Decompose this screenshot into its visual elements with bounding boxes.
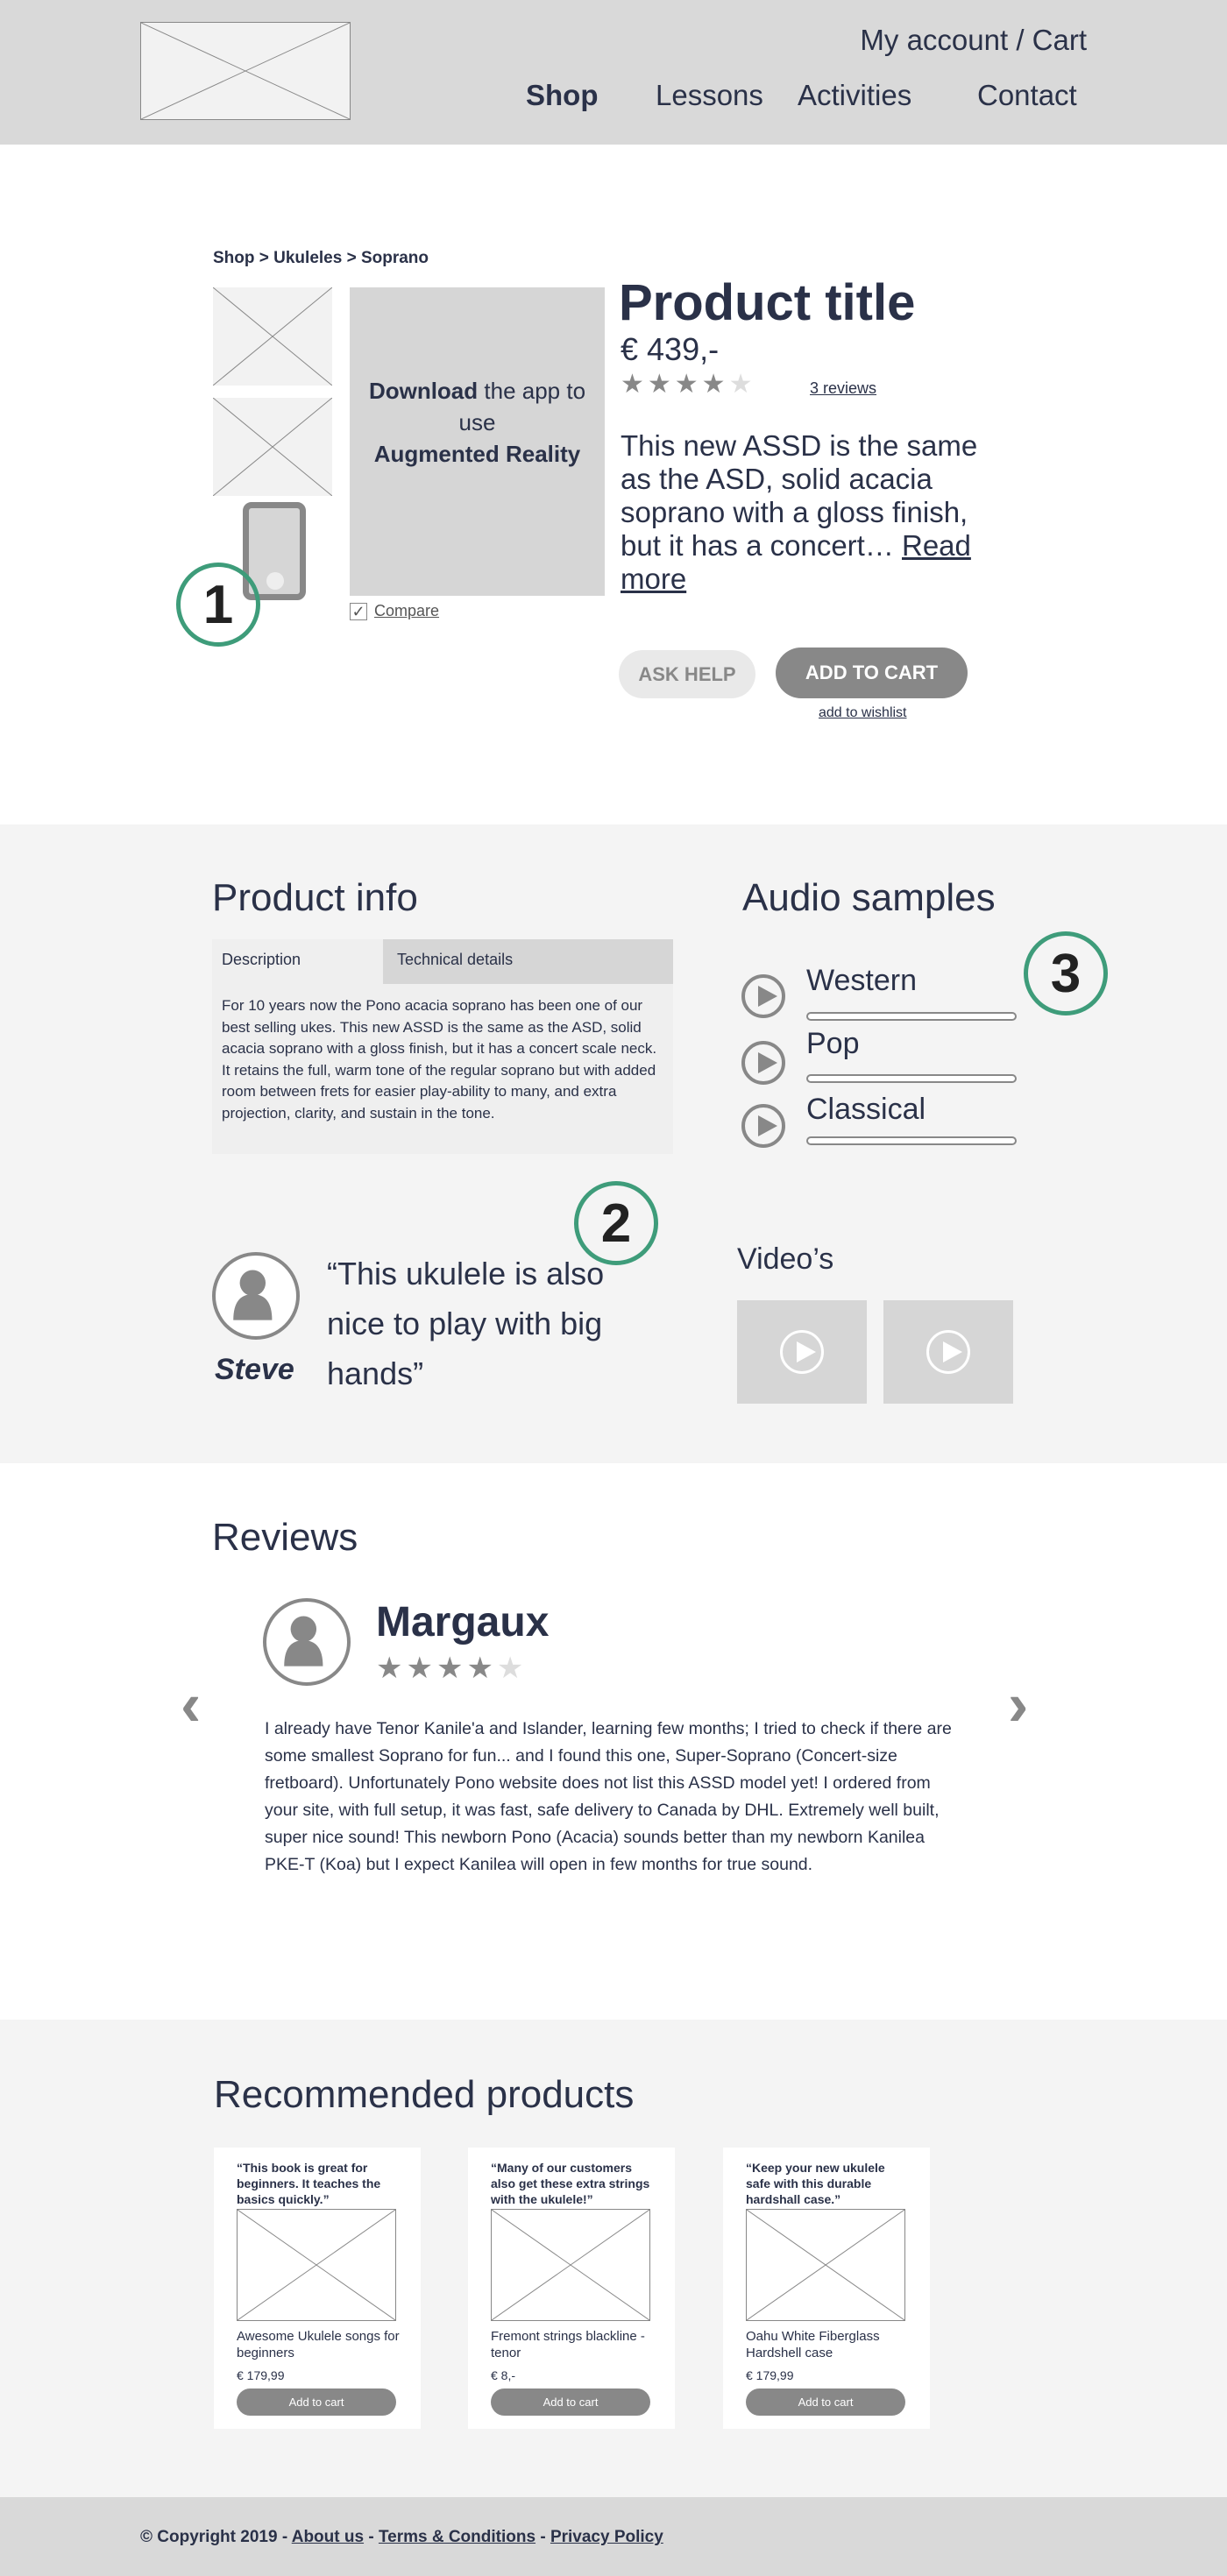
chevron-left-icon[interactable]: ‹	[181, 1669, 201, 1739]
about-us-link[interactable]: About us	[292, 2528, 364, 2546]
reviewer-name: Margaux	[376, 1599, 550, 1645]
product-card[interactable]: “Many of our customers also get these ex…	[468, 2148, 675, 2429]
reviews-heading: Reviews	[212, 1516, 358, 1559]
sample-classical-label: Classical	[806, 1093, 926, 1126]
card-price: € 8,-	[491, 2368, 516, 2382]
product-info-tabs: Description Technical details For 10 yea…	[212, 939, 673, 1154]
video-thumbnail-2[interactable]	[883, 1300, 1013, 1404]
card-quote: “Keep your new ukulele safe with this du…	[746, 2161, 885, 2206]
sample-pop-label: Pop	[806, 1027, 860, 1060]
checkbox-check-icon[interactable]: ✓	[350, 602, 367, 620]
privacy-policy-link[interactable]: Privacy Policy	[550, 2528, 663, 2546]
review-rating: ★★★★★	[376, 1652, 528, 1685]
product-image-placeholder[interactable]	[491, 2209, 650, 2321]
classical-progress-bar[interactable]	[806, 1136, 1017, 1145]
play-classical-icon[interactable]	[741, 1104, 785, 1148]
product-card[interactable]: “Keep your new ukulele safe with this du…	[723, 2148, 930, 2429]
card-price: € 179,99	[746, 2368, 794, 2382]
card-name[interactable]: Awesome Ukulele songs for beginners	[237, 2328, 403, 2361]
card-add-to-cart-button[interactable]: Add to cart	[491, 2388, 650, 2416]
review-text: I already have Tenor Kanile'a and Island…	[265, 1719, 952, 1874]
card-add-to-cart-button[interactable]: Add to cart	[746, 2388, 905, 2416]
ask-help-button[interactable]: ASK HELP	[619, 650, 755, 698]
footer: © Copyright 2019 - About us - Terms & Co…	[0, 2497, 1227, 2576]
play-icon	[926, 1330, 970, 1374]
steve-avatar	[212, 1252, 300, 1340]
ar-augmented-reality: Augmented Reality	[373, 441, 581, 467]
product-image-placeholder[interactable]	[746, 2209, 905, 2321]
account-cart-link[interactable]: My account / Cart	[860, 24, 1087, 57]
thumbnail-1[interactable]	[213, 287, 332, 386]
copyright: © Copyright 2019 -	[140, 2528, 292, 2546]
chevron-right-icon[interactable]: ›	[1008, 1669, 1028, 1739]
videos-heading: Video’s	[737, 1242, 834, 1276]
nav-shop[interactable]: Shop	[526, 79, 598, 112]
card-quote: “Many of our customers also get these ex…	[491, 2161, 650, 2206]
compare-checkbox[interactable]: ✓ Compare	[350, 602, 439, 620]
product-card[interactable]: “This book is great for beginners. It te…	[214, 2148, 421, 2429]
ar-text: the app to use	[458, 378, 586, 435]
footer-text: © Copyright 2019 - About us - Terms & Co…	[140, 2528, 663, 2546]
card-name[interactable]: Fremont strings blackline - tenor	[491, 2328, 657, 2361]
testimonial-author: Steve	[215, 1353, 294, 1386]
product-info-heading: Product info	[212, 876, 418, 919]
play-western-icon[interactable]	[741, 974, 785, 1018]
nav-activities[interactable]: Activities	[798, 79, 911, 112]
tab-description[interactable]: Description	[212, 939, 383, 984]
reviewer-avatar	[263, 1598, 351, 1686]
logo-placeholder[interactable]	[140, 22, 351, 120]
play-icon	[780, 1330, 824, 1374]
add-to-cart-button[interactable]: ADD TO CART	[776, 648, 968, 698]
product-price: € 439,-	[621, 331, 720, 367]
annotation-1: 1	[176, 563, 260, 647]
card-name[interactable]: Oahu White Fiberglass Hardshell case	[746, 2328, 912, 2361]
video-thumbnail-1[interactable]	[737, 1300, 867, 1404]
reviews-link[interactable]: 3 reviews	[810, 379, 876, 398]
terms-link[interactable]: Terms & Conditions	[379, 2528, 535, 2546]
ar-download-text: Download	[368, 378, 479, 404]
testimonial-quote: “This ukulele is also nice to play with …	[327, 1256, 605, 1391]
product-short-description: This new ASSD is the same as the ASD, so…	[621, 429, 978, 595]
breadcrumb[interactable]: Shop > Ukuleles > Soprano	[213, 249, 429, 268]
compare-label[interactable]: Compare	[374, 602, 439, 620]
card-price: € 179,99	[237, 2368, 285, 2382]
nav-contact[interactable]: Contact	[977, 79, 1077, 112]
western-progress-bar[interactable]	[806, 1012, 1017, 1021]
audio-samples-heading: Audio samples	[742, 876, 996, 919]
recommended-heading: Recommended products	[214, 2073, 635, 2116]
card-quote: “This book is great for beginners. It te…	[237, 2161, 381, 2206]
ar-promo-panel[interactable]: Download the app to use Augmented Realit…	[350, 287, 605, 596]
pop-progress-bar[interactable]	[806, 1074, 1017, 1083]
thumbnail-2[interactable]	[213, 398, 332, 496]
annotation-2: 2	[574, 1181, 658, 1265]
tab-technical-details[interactable]: Technical details	[383, 939, 673, 984]
product-rating: ★★★★★	[621, 370, 756, 399]
product-title: Product title	[619, 274, 916, 331]
sample-western-label: Western	[806, 964, 917, 997]
card-add-to-cart-button[interactable]: Add to cart	[237, 2388, 396, 2416]
add-to-wishlist-link[interactable]: add to wishlist	[819, 705, 907, 721]
play-pop-icon[interactable]	[741, 1041, 785, 1085]
nav-lessons[interactable]: Lessons	[656, 79, 763, 112]
annotation-3: 3	[1024, 931, 1108, 1016]
product-image-placeholder[interactable]	[237, 2209, 396, 2321]
description-text: For 10 years now the Pono acacia soprano…	[222, 997, 657, 1122]
